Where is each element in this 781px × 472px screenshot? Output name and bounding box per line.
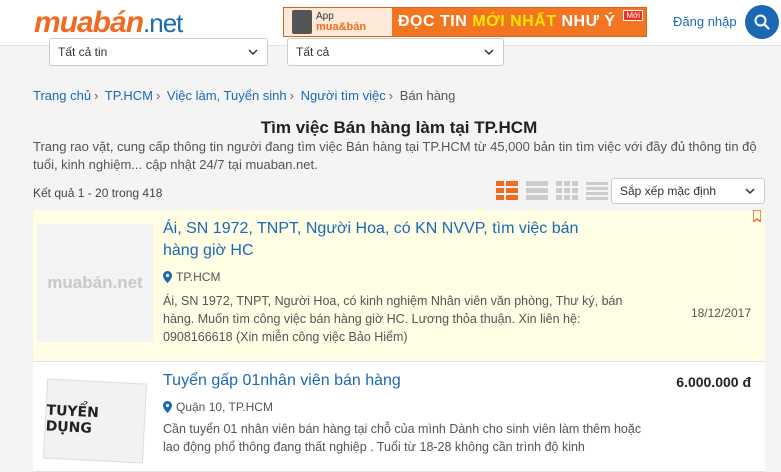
banner-headline: ĐỌC TIN MỚI NHẤT NHƯ Ý (392, 13, 646, 31)
banner-text-highlight: MỚI NHẤT (472, 13, 557, 30)
page-intro: Trang rao vặt, cung cấp thông tin người … (33, 139, 757, 172)
search-icon (754, 14, 770, 30)
chevron-down-icon (745, 188, 755, 195)
view-mode-toggle (495, 180, 609, 202)
category-select-value: Tất cả tin (58, 45, 108, 59)
grid-view-button[interactable] (555, 180, 579, 202)
listing-location-text: Quận 10, TP.HCM (176, 400, 273, 414)
text-list-icon (586, 182, 608, 200)
listing-thumbnail[interactable]: TUYỂN DỤNG (37, 376, 153, 466)
category-select[interactable]: Tất cả tin (49, 38, 268, 66)
placeholder-logo: muabán.net (47, 273, 143, 292)
listing-description: Cần tuyển 01 nhân viên bán hàng tại chỗ … (163, 422, 642, 454)
breadcrumb-city[interactable]: TP.HCM (105, 88, 153, 103)
location-pin-icon (163, 271, 172, 283)
sort-select[interactable]: Sắp xếp mặc định (611, 178, 765, 204)
sort-select-value: Sắp xếp mặc định (620, 184, 717, 198)
list-item[interactable]: TUYỂN DỤNG Tuyển gấp 01nhân viên bán hàn… (33, 362, 765, 472)
listing-thumbnail[interactable]: muabán.net (37, 224, 153, 342)
listing-title[interactable]: Ái, SN 1972, TNPT, Người Hoa, có KN NVVP… (163, 218, 593, 262)
breadcrumb-category[interactable]: Việc làm, Tuyển sinh (167, 88, 287, 103)
breadcrumb-subcategory[interactable]: Người tìm việc (301, 88, 386, 103)
filter-bar: Tất cả tin Tất cả (0, 30, 781, 72)
page-title: Tìm việc Bán hàng làm tại TP.HCM (260, 118, 538, 137)
region-select-value: Tất cả (296, 45, 330, 59)
compact-list-icon (526, 181, 548, 200)
listing-date: 18/12/2017 (690, 306, 751, 320)
listing-title[interactable]: Tuyển gấp 01nhân viên bán hàng (163, 370, 593, 392)
chevron-down-icon (484, 49, 494, 56)
listing-price: 6.000.000 đ (676, 374, 751, 390)
hiring-card-image: TUYỂN DỤNG (42, 378, 148, 464)
breadcrumb: Trang chủ › TP.HCM › Việc làm, Tuyển sinh ›… (33, 88, 456, 103)
breadcrumb-current: Bán hàng (399, 88, 456, 103)
login-link[interactable]: Đăng nhập (673, 14, 737, 29)
hiring-card-text: TUYỂN DỤNG (45, 402, 100, 437)
compact-view-button[interactable] (525, 180, 549, 202)
breadcrumb-home[interactable]: Trang chủ (33, 88, 91, 103)
banner-text-2: NHƯ Ý (561, 13, 616, 30)
bookmark-icon[interactable] (753, 210, 761, 222)
listing-description: Ái, SN 1972, TNPT, Người Hoa, có kinh ng… (163, 294, 623, 344)
list-item[interactable]: muabán.net Ái, SN 1972, TNPT, Người Hoa,… (33, 210, 765, 362)
chevron-down-icon (248, 49, 258, 56)
page-scrollbar[interactable] (772, 46, 781, 458)
banner-new-badge: Mới (623, 10, 643, 21)
list-view-button[interactable] (495, 180, 519, 202)
listing-location: TP.HCM (163, 270, 220, 284)
listing-location-text: TP.HCM (176, 270, 221, 284)
result-count: Kết quả 1 - 20 trong 418 (33, 186, 163, 200)
listing-location: Quận 10, TP.HCM (163, 400, 273, 414)
banner-text-1: ĐỌC TIN (398, 13, 468, 30)
text-view-button[interactable] (585, 180, 609, 202)
location-pin-icon (163, 401, 172, 413)
region-select[interactable]: Tất cả (287, 38, 504, 66)
list-thumb-icon (496, 181, 518, 200)
grid-icon (556, 181, 578, 200)
